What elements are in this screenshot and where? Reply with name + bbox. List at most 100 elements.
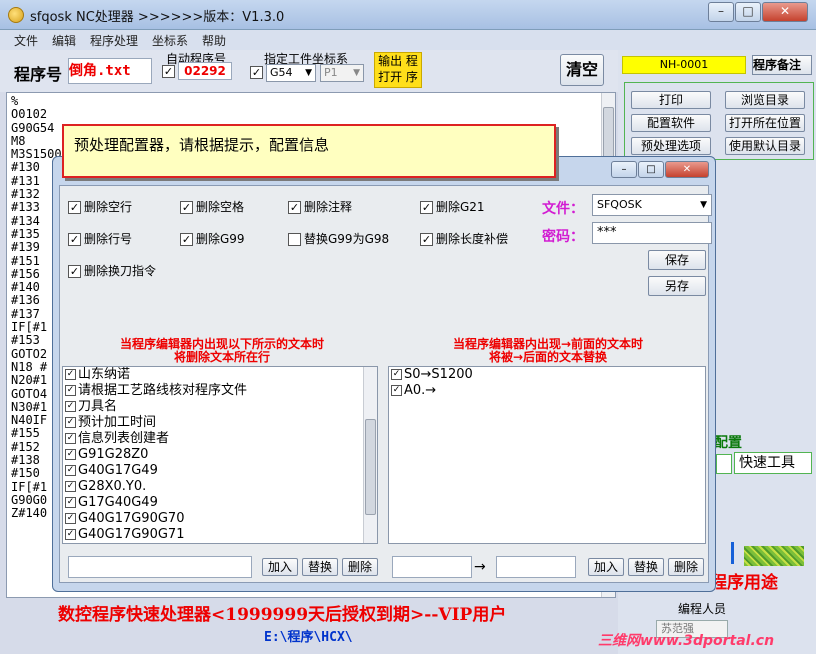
menu-coords[interactable]: 坐标系 (152, 32, 188, 49)
file-select[interactable]: SFQOSK ▼ (592, 194, 712, 216)
save-button[interactable]: 保存 (648, 250, 706, 270)
config-field[interactable] (716, 454, 732, 474)
replace-list-add-button[interactable]: 加入 (588, 558, 624, 576)
option-delete-g21[interactable]: ✓ 删除G21 (420, 198, 485, 215)
checkbox[interactable]: ✓ (65, 449, 76, 460)
option-delete-length-comp[interactable]: ✓ 删除长度补偿 (420, 230, 508, 247)
list-scroll-thumb[interactable] (365, 419, 376, 515)
print-button[interactable]: 打印 (631, 91, 711, 109)
replace-to-input[interactable] (496, 556, 576, 578)
auto-number-field[interactable]: 02292 (178, 62, 232, 80)
checkbox[interactable]: ✓ (180, 201, 193, 214)
delete-list-item[interactable]: ✓ 刀具名 (63, 399, 377, 415)
checkbox[interactable]: ✓ (65, 433, 76, 444)
delete-list-item[interactable]: ✓ G40G17G90G70 (63, 511, 377, 527)
chevron-down-icon: ▼ (700, 200, 707, 210)
delete-list-item[interactable]: ✓ 请根据工艺路线核对程序文件 (63, 383, 377, 399)
replace-text-list[interactable]: ✓ S0→S1200 ✓ A0.→ (388, 366, 706, 544)
preprocess-options-button[interactable]: 预处理选项 (631, 137, 711, 155)
password-field[interactable]: *** (592, 222, 712, 244)
close-button[interactable]: ✕ (762, 2, 808, 22)
editor-line: O0102 (11, 107, 48, 122)
editor-line: M8 (11, 133, 26, 148)
option-delete-g99[interactable]: ✓ 删除G99 (180, 230, 245, 247)
coord-system-checkbox[interactable]: ✓ (250, 66, 263, 79)
delete-text-input[interactable] (68, 556, 252, 578)
checkbox[interactable]: ✓ (180, 233, 193, 246)
checkbox[interactable]: ✓ (68, 233, 81, 246)
delete-list-item[interactable]: ✓ G40G17G90G71 (63, 527, 377, 543)
option-label: 删除行号 (84, 232, 133, 246)
dialog-close-button[interactable]: ✕ (665, 161, 709, 178)
browse-dir-button[interactable]: 浏览目录 (725, 91, 805, 109)
checkbox[interactable]: ✓ (65, 481, 76, 492)
action-button-group: 打印 浏览目录 配置软件 打开所在位置 预处理选项 使用默认目录 (624, 82, 814, 160)
menu-file[interactable]: 文件 (14, 32, 38, 49)
config-label: 配置 (714, 435, 742, 451)
checkbox[interactable]: ✓ (65, 385, 76, 396)
program-note-button[interactable]: 程序备注 (752, 55, 812, 75)
delete-list-add-button[interactable]: 加入 (262, 558, 298, 576)
quick-tools-button[interactable]: 快速工具 (734, 452, 812, 474)
checkbox[interactable]: ✓ (65, 401, 76, 412)
delete-list-item-text: G28X0.Y0. (78, 479, 147, 494)
delete-list-item[interactable]: ✓ G40G17G49 (63, 463, 377, 479)
option-delete-blank-lines[interactable]: ✓ 删除空行 (68, 198, 132, 215)
output-open-button[interactable]: 输出 程 打开 序 (374, 52, 422, 88)
checkbox[interactable]: ✓ (65, 513, 76, 524)
checkbox[interactable]: ✓ (391, 369, 402, 380)
checkbox[interactable]: ✓ (68, 201, 81, 214)
delete-list-item[interactable]: ✓ G91G28Z0 (63, 447, 377, 463)
checkbox[interactable]: ✓ (288, 201, 301, 214)
checkbox[interactable]: ✓ (65, 369, 76, 380)
default-dir-button[interactable]: 使用默认目录 (725, 137, 805, 155)
minimize-button[interactable]: – (708, 2, 734, 22)
dialog-minimize-button[interactable]: – (611, 161, 637, 178)
dialog-maximize-button[interactable]: □ (638, 161, 664, 178)
option-label: 删除空格 (196, 200, 245, 214)
delete-list-item[interactable]: ✓ 预计加工时间 (63, 415, 377, 431)
checkbox[interactable] (288, 233, 301, 246)
delete-list-delete-button[interactable]: 删除 (342, 558, 378, 576)
open-location-button[interactable]: 打开所在位置 (725, 114, 805, 132)
delete-text-list[interactable]: ✓ 山东纳诺 ✓ 请根据工艺路线核对程序文件 ✓ 刀具名 ✓ 预计加工时间 ✓ 信息列表创建者 ✓ G… (62, 366, 378, 544)
option-replace-g99-g98[interactable]: 替换G99为G98 (288, 230, 389, 247)
checkbox[interactable]: ✓ (68, 265, 81, 278)
chevron-down-icon: ▼ (305, 68, 312, 78)
replace-from-input[interactable] (392, 556, 472, 578)
clear-button[interactable]: 清空 (560, 54, 604, 86)
save-as-button[interactable]: 另存 (648, 276, 706, 296)
replace-list-replace-button[interactable]: 替换 (628, 558, 664, 576)
auto-number-checkbox[interactable]: ✓ (162, 65, 175, 78)
menu-help[interactable]: 帮助 (202, 32, 226, 49)
replace-list-delete-button[interactable]: 删除 (668, 558, 704, 576)
dialog-body: ✓ 删除空行 ✓ 删除空格 ✓ 删除注释 ✓ 删除G21 ✓ 删除行号 ✓ 删除G99 替换… (59, 185, 712, 583)
delete-list-item[interactable]: ✓ G28X0.Y0. (63, 479, 377, 495)
checkbox[interactable]: ✓ (420, 233, 433, 246)
password-label: 密码： (542, 229, 584, 245)
option-delete-comments[interactable]: ✓ 删除注释 (288, 198, 352, 215)
checkbox[interactable]: ✓ (420, 201, 433, 214)
checkbox[interactable]: ✓ (65, 465, 76, 476)
checkbox[interactable]: ✓ (391, 385, 402, 396)
checkbox[interactable]: ✓ (65, 497, 76, 508)
menu-program[interactable]: 程序处理 (90, 32, 138, 49)
option-delete-tool-change[interactable]: ✓ 删除换刀指令 (68, 262, 156, 279)
option-delete-line-numbers[interactable]: ✓ 删除行号 (68, 230, 132, 247)
checkbox[interactable]: ✓ (65, 417, 76, 428)
delete-list-item[interactable]: ✓ 信息列表创建者 (63, 431, 377, 447)
delete-list-replace-button[interactable]: 替换 (302, 558, 338, 576)
delete-list-item[interactable]: ✓ 山东纳诺 (63, 367, 377, 383)
filename-field[interactable]: 倒角.txt (68, 58, 152, 84)
delete-list-item[interactable]: ✓ G17G40G49 (63, 495, 377, 511)
option-delete-spaces[interactable]: ✓ 删除空格 (180, 198, 244, 215)
replace-list-item[interactable]: ✓ A0.→ (389, 383, 705, 399)
menu-edit[interactable]: 编辑 (52, 32, 76, 49)
coord-system-select[interactable]: G54 ▼ (266, 64, 316, 82)
config-software-button[interactable]: 配置软件 (631, 114, 711, 132)
checkbox[interactable]: ✓ (65, 529, 76, 540)
maximize-button[interactable]: □ (735, 2, 761, 22)
replace-list-item[interactable]: ✓ S0→S1200 (389, 367, 705, 383)
coord-sub-select[interactable]: P1 ▼ (320, 64, 364, 82)
nh-code-field[interactable]: NH-0001 (622, 56, 746, 74)
